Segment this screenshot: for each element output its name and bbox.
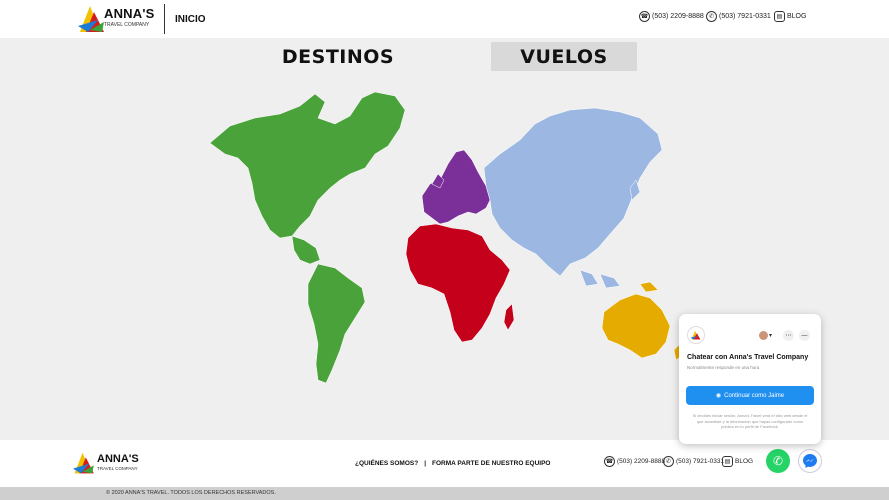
phone-link-1[interactable]: ☎ (503) 2209-8888: [639, 11, 704, 22]
footer-link-separator: |: [424, 460, 427, 467]
site-header: ANNA'S TRAVEL COMPANY INICIO ☎ (503) 220…: [0, 0, 889, 38]
footer-blog-link[interactable]: ▤ BLOG: [722, 456, 753, 467]
blog-icon: ▤: [722, 456, 733, 467]
chevron-down-icon: ▾: [769, 332, 773, 339]
region-asia[interactable]: [483, 107, 663, 289]
whatsapp-icon: ✆: [706, 11, 717, 22]
region-europe[interactable]: [421, 149, 491, 225]
user-avatar: [759, 330, 768, 340]
footer-about-link[interactable]: ¿QUIÉNES SOMOS?: [355, 460, 418, 467]
footer-links: ¿QUIÉNES SOMOS? | FORMA PARTE DE NUESTRO…: [355, 460, 550, 467]
phone-icon: ☎: [604, 456, 615, 467]
footer-phone-link-1[interactable]: ☎ (503) 2209-8888: [604, 456, 665, 467]
region-america[interactable]: [209, 91, 406, 384]
page-avatar: [687, 326, 705, 344]
footer-phone-1-text: (503) 2209-8888: [617, 458, 666, 465]
messenger-chat-popup: ▾ ⋯ — Chatear con Anna's Travel Company …: [679, 314, 821, 444]
region-africa[interactable]: [405, 223, 515, 343]
minimize-icon[interactable]: —: [799, 330, 810, 341]
chat-privacy-note: Si decides iniciar sesión, Anna's Travel…: [692, 413, 808, 429]
copyright-bar: © 2020 ANNA'S TRAVEL. TODOS LOS DERECHOS…: [0, 487, 889, 500]
whatsapp-icon: ✆: [663, 456, 674, 467]
footer-blog-text: BLOG: [735, 458, 754, 465]
nav-inicio-link[interactable]: INICIO: [175, 14, 206, 25]
footer-phone-2-text: (503) 7921-0331: [676, 458, 725, 465]
chat-title: Chatear con Anna's Travel Company: [687, 354, 809, 361]
continue-as-button[interactable]: ◉ Continuar como Jaime: [686, 386, 814, 405]
blog-text: BLOG: [787, 13, 807, 20]
footer-logo-name: ANNA'S: [97, 453, 139, 465]
header-divider: [164, 4, 165, 34]
more-options-icon[interactable]: ⋯: [783, 330, 794, 341]
blog-link[interactable]: ▤ BLOG: [774, 11, 806, 22]
chat-response-time: Normalmente responde en una hora: [687, 365, 760, 370]
messenger-icon: [803, 454, 817, 468]
whatsapp-chat-button[interactable]: ✆: [766, 449, 790, 473]
footer-logo[interactable]: ANNA'S TRAVEL COMPANY: [70, 451, 140, 480]
continue-as-label: Continuar como Jaime: [724, 392, 785, 399]
phone-icon: ☎: [639, 11, 650, 22]
logo-tagline: TRAVEL COMPANY: [104, 22, 150, 28]
account-switcher[interactable]: ▾: [759, 330, 777, 340]
copyright-text: © 2020 ANNA'S TRAVEL. TODOS LOS DERECHOS…: [106, 490, 276, 496]
footer-whatsapp-link[interactable]: ✆ (503) 7921-0331: [663, 456, 724, 467]
blog-icon: ▤: [774, 11, 785, 22]
phone-1-text: (503) 2209-8888: [652, 13, 704, 20]
tab-destinos[interactable]: DESTINOS: [262, 42, 414, 71]
whatsapp-icon: ✆: [772, 454, 784, 468]
footer-join-link[interactable]: FORMA PARTE DE NUESTRO EQUIPO: [432, 460, 550, 467]
tab-vuelos[interactable]: VUELOS: [491, 42, 637, 71]
messenger-chat-button[interactable]: [798, 449, 822, 473]
logo-name: ANNA'S: [104, 6, 155, 21]
messenger-icon: ◉: [715, 393, 722, 399]
footer-logo-tagline: TRAVEL COMPANY: [97, 466, 138, 471]
world-map: [209, 91, 685, 384]
phone-2-text: (503) 7921-0331: [719, 13, 771, 20]
site-footer: ANNA'S TRAVEL COMPANY ¿QUIÉNES SOMOS? | …: [0, 440, 889, 487]
whatsapp-link[interactable]: ✆ (503) 7921-0331: [706, 11, 771, 22]
region-oceania[interactable]: [601, 281, 685, 361]
